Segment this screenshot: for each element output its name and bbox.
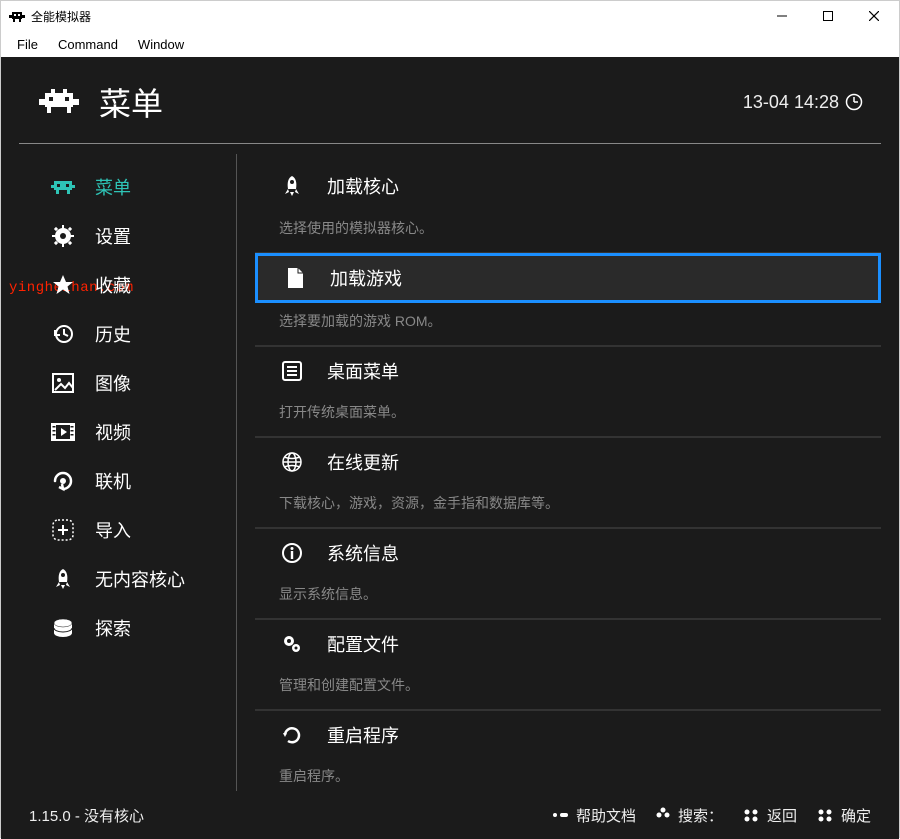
content-item-desc-6: 重启程序。 xyxy=(255,758,881,791)
sidebar-item-label: 图像 xyxy=(95,370,131,396)
main-area: yinghezhan.com 菜单设置收藏历史图像视频联机导入无内容核心探索 加… xyxy=(1,144,899,791)
sidebar-item-8[interactable]: 无内容核心 xyxy=(37,554,236,603)
gear-icon xyxy=(49,225,77,247)
info-icon xyxy=(279,542,305,564)
footer: 1.15.0 - 没有核心 帮助文档 搜索： 返回 确定 xyxy=(1,791,899,839)
content-item-desc-1: 选择要加载的游戏 ROM。 xyxy=(255,303,881,346)
content-item-0[interactable]: 加载核心 xyxy=(255,162,881,210)
pad-icon xyxy=(741,806,761,824)
sidebar-item-label: 历史 xyxy=(95,321,131,347)
version-text: 1.15.0 - 没有核心 xyxy=(29,805,532,826)
menu-file[interactable]: File xyxy=(7,33,48,56)
footer-ok-label: 确定 xyxy=(841,805,871,826)
file-icon xyxy=(282,267,308,289)
rocket-icon xyxy=(279,175,305,197)
sidebar-item-label: 视频 xyxy=(95,419,131,445)
sidebar-item-7[interactable]: 导入 xyxy=(37,505,236,554)
app-header: 菜单 13-04 14:28 xyxy=(1,57,899,143)
content-list: 加载核心选择使用的模拟器核心。加载游戏选择要加载的游戏 ROM。桌面菜单打开传统… xyxy=(237,154,899,791)
footer-search[interactable]: 搜索： xyxy=(654,805,723,826)
video-icon xyxy=(49,423,77,441)
sidebar: 菜单设置收藏历史图像视频联机导入无内容核心探索 xyxy=(37,154,237,791)
disc-icon xyxy=(49,618,77,638)
sidebar-item-label: 收藏 xyxy=(95,272,131,298)
invader-icon xyxy=(49,178,77,196)
sidebar-item-label: 无内容核心 xyxy=(95,566,185,592)
toggle-icon xyxy=(550,810,570,820)
config-icon xyxy=(279,633,305,655)
footer-ok[interactable]: 确定 xyxy=(815,805,871,826)
sidebar-item-0[interactable]: 菜单 xyxy=(37,162,236,211)
content-item-label: 重启程序 xyxy=(327,722,399,748)
content-item-label: 配置文件 xyxy=(327,631,399,657)
clock-icon xyxy=(845,93,863,111)
content-item-label: 系统信息 xyxy=(327,540,399,566)
pad-icon xyxy=(654,806,672,824)
content-item-5[interactable]: 配置文件 xyxy=(255,619,881,667)
sidebar-item-label: 菜单 xyxy=(95,174,131,200)
close-button[interactable] xyxy=(851,1,897,31)
content-item-6[interactable]: 重启程序 xyxy=(255,710,881,758)
footer-back-label: 返回 xyxy=(767,805,797,826)
content-item-label: 在线更新 xyxy=(327,449,399,475)
sidebar-item-5[interactable]: 视频 xyxy=(37,407,236,456)
content-item-1[interactable]: 加载游戏 xyxy=(255,253,881,303)
menubar: File Command Window xyxy=(1,31,899,57)
maximize-button[interactable] xyxy=(805,1,851,31)
sidebar-item-1[interactable]: 设置 xyxy=(37,211,236,260)
pad-icon xyxy=(815,806,835,824)
window-controls xyxy=(759,1,897,31)
content-item-desc-5: 管理和创建配置文件。 xyxy=(255,667,881,710)
netplay-icon xyxy=(49,470,77,492)
minimize-button[interactable] xyxy=(759,1,805,31)
history-icon xyxy=(49,323,77,345)
globe-icon xyxy=(279,451,305,473)
sidebar-item-6[interactable]: 联机 xyxy=(37,456,236,505)
content-item-desc-2: 打开传统桌面菜单。 xyxy=(255,394,881,437)
menu-window[interactable]: Window xyxy=(128,33,194,56)
content-item-desc-0: 选择使用的模拟器核心。 xyxy=(255,210,881,253)
clock: 13-04 14:28 xyxy=(743,92,863,113)
sidebar-item-label: 探索 xyxy=(95,615,131,641)
invader-icon xyxy=(37,87,81,117)
window-title: 全能模拟器 xyxy=(31,8,759,25)
content-item-desc-3: 下载核心，游戏，资源，金手指和数据库等。 xyxy=(255,485,881,528)
content-item-label: 桌面菜单 xyxy=(327,358,399,384)
menu-icon xyxy=(279,361,305,381)
content-item-label: 加载核心 xyxy=(327,173,399,199)
footer-search-label: 搜索： xyxy=(678,805,723,826)
footer-help-label: 帮助文档 xyxy=(576,805,636,826)
sidebar-item-label: 导入 xyxy=(95,517,131,543)
page-title: 菜单 xyxy=(99,79,163,125)
restart-icon xyxy=(279,724,305,746)
app-body: 菜单 13-04 14:28 yinghezhan.com 菜单设置收藏历史图像… xyxy=(1,57,899,839)
content-item-3[interactable]: 在线更新 xyxy=(255,437,881,485)
menu-command[interactable]: Command xyxy=(48,33,128,56)
image-icon xyxy=(49,373,77,393)
content-item-2[interactable]: 桌面菜单 xyxy=(255,346,881,394)
content-item-4[interactable]: 系统信息 xyxy=(255,528,881,576)
rocket-icon xyxy=(49,568,77,590)
sidebar-item-label: 设置 xyxy=(95,223,131,249)
footer-help[interactable]: 帮助文档 xyxy=(550,805,636,826)
sidebar-item-label: 联机 xyxy=(95,468,131,494)
window-titlebar: 全能模拟器 xyxy=(1,1,899,31)
content-item-label: 加载游戏 xyxy=(330,265,402,291)
star-icon xyxy=(49,274,77,296)
footer-back[interactable]: 返回 xyxy=(741,805,797,826)
sidebar-item-2[interactable]: 收藏 xyxy=(37,260,236,309)
clock-text: 13-04 14:28 xyxy=(743,92,839,113)
app-icon xyxy=(9,8,25,24)
sidebar-item-3[interactable]: 历史 xyxy=(37,309,236,358)
sidebar-item-9[interactable]: 探索 xyxy=(37,603,236,652)
sidebar-item-4[interactable]: 图像 xyxy=(37,358,236,407)
content-item-desc-4: 显示系统信息。 xyxy=(255,576,881,619)
add-icon xyxy=(49,519,77,541)
